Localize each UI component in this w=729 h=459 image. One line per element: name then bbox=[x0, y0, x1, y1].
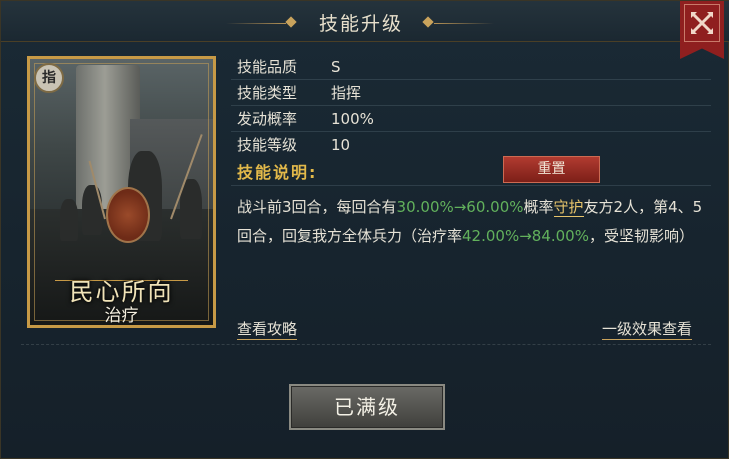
skill-description-label: 技能说明: bbox=[237, 163, 318, 182]
view-guide-link[interactable]: 查看攻略 bbox=[237, 319, 298, 340]
info-label: 技能等级 bbox=[237, 136, 298, 154]
info-row-level: 技能等级 10 bbox=[237, 134, 350, 155]
skill-upgrade-panel: 技能升级 指 民心所向 治疗 技能品质 S 技能类型 指挥 发动概率 100% bbox=[0, 0, 729, 459]
info-row-quality: 技能品质 S bbox=[237, 56, 341, 77]
description-text: 战斗前3回合，每回合有 bbox=[237, 198, 397, 216]
title-ornament-diamond-left bbox=[285, 16, 297, 28]
skill-card[interactable]: 指 民心所向 治疗 bbox=[27, 56, 216, 328]
description-value-highlight: 30.00%→60.00% bbox=[396, 198, 524, 216]
title-ornament-diamond-right bbox=[422, 16, 434, 28]
window-title: 技能升级 bbox=[318, 13, 403, 35]
keyword-link-guard[interactable]: 守护 bbox=[553, 198, 584, 217]
skill-description-text: 战斗前3回合，每回合有30.00%→60.00%概率守护友方2人，第4、5回合，… bbox=[237, 193, 705, 251]
skill-category: 治疗 bbox=[104, 306, 139, 326]
info-label: 技能品质 bbox=[237, 58, 298, 76]
description-text: 概率 bbox=[523, 198, 554, 216]
info-value: S bbox=[331, 58, 341, 76]
info-divider bbox=[231, 131, 711, 132]
info-label: 技能类型 bbox=[237, 84, 298, 102]
info-row-type: 技能类型 指挥 bbox=[237, 82, 361, 103]
close-button[interactable] bbox=[680, 1, 724, 59]
info-divider bbox=[231, 79, 711, 80]
info-row-probability: 发动概率 100% bbox=[237, 108, 374, 129]
description-divider bbox=[231, 185, 711, 186]
title-ornament-line-right bbox=[434, 23, 494, 24]
title-bar: 技能升级 bbox=[1, 1, 729, 42]
max-level-button[interactable]: 已满级 bbox=[289, 384, 445, 430]
title-ornament-line-left bbox=[226, 23, 286, 24]
info-value: 100% bbox=[331, 110, 374, 128]
info-value: 指挥 bbox=[331, 84, 362, 102]
info-value: 10 bbox=[331, 136, 351, 154]
command-badge-icon: 指 bbox=[34, 63, 64, 93]
reset-button[interactable]: 重置 bbox=[503, 156, 600, 183]
close-x-icon bbox=[691, 12, 713, 34]
description-text: ，受坚韧影响） bbox=[588, 227, 694, 245]
description-value-highlight: 42.00%→84.00% bbox=[462, 227, 589, 245]
info-divider bbox=[231, 105, 711, 106]
level1-effect-link[interactable]: 一级效果查看 bbox=[602, 319, 693, 340]
info-label: 发动概率 bbox=[237, 110, 298, 128]
section-divider bbox=[21, 344, 711, 345]
